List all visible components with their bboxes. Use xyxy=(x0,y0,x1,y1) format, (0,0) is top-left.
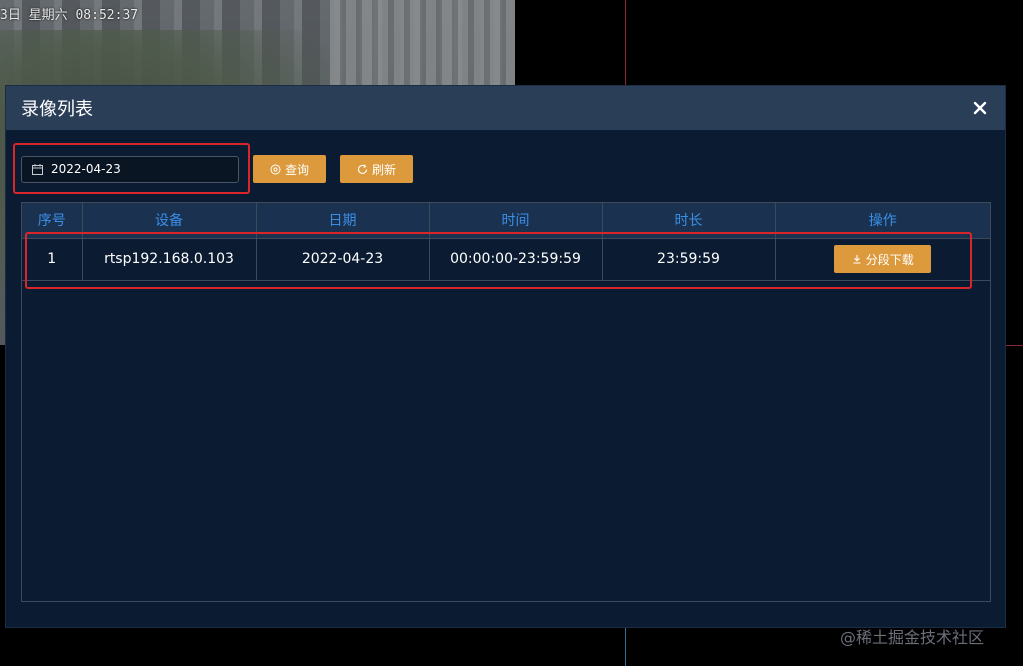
divider-line xyxy=(625,627,626,666)
refresh-icon xyxy=(357,163,368,174)
close-icon[interactable] xyxy=(969,97,991,119)
query-button[interactable]: 查询 xyxy=(253,155,326,183)
watermark: @稀土掘金技术社区 xyxy=(840,628,985,647)
query-button-label: 查询 xyxy=(284,162,309,177)
screen: 3日 星期六 08:52:37 录像列表 2022-04-23 查询 刷新 序号… xyxy=(0,0,1023,666)
divider-line xyxy=(625,0,626,86)
divider-line xyxy=(1006,345,1023,346)
highlight-box-date xyxy=(13,143,250,194)
dialog-title: 录像列表 xyxy=(21,99,93,120)
refresh-button-label: 刷新 xyxy=(371,162,396,177)
highlight-box-row xyxy=(25,232,972,289)
feed-building xyxy=(330,0,515,90)
search-icon xyxy=(270,164,281,174)
refresh-button[interactable]: 刷新 xyxy=(340,155,413,183)
camera-osd-timestamp: 3日 星期六 08:52:37 xyxy=(0,8,139,23)
dialog-header: 录像列表 xyxy=(6,86,1005,130)
